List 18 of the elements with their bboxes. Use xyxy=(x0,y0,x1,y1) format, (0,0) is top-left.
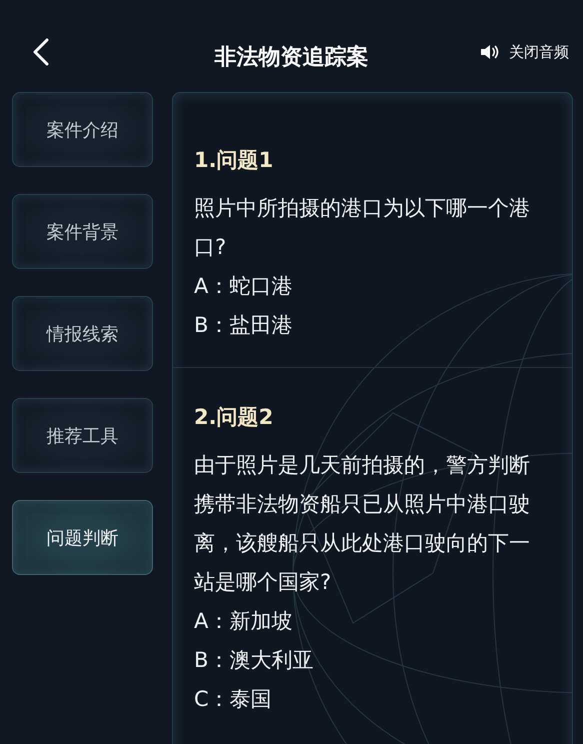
answer-option: C：泰国 xyxy=(194,680,534,719)
question-text: 由于照片是几天前拍摄的，警方判断携带非法物资船只已从照片中港口驶离，该艘船只从此处港口驶向的下一站是哪个国家? xyxy=(194,452,531,596)
sidebar-tab[interactable]: 案件介绍 xyxy=(12,92,153,167)
answer-option: A：新加坡 xyxy=(194,602,534,641)
answer-option: A：蛇口港 xyxy=(194,267,534,306)
question-title: 1.问题1 xyxy=(194,147,274,174)
sidebar-tab[interactable]: 问题判断 xyxy=(12,500,153,575)
chevron-left-icon xyxy=(32,38,50,66)
answer-option: B：盐田港 xyxy=(194,306,534,345)
sidebar-tab[interactable]: 情报线索 xyxy=(12,296,153,371)
sidebar-tab[interactable]: 案件背景 xyxy=(12,194,153,269)
answer-option: B：澳大利亚 xyxy=(194,641,534,680)
question-text: 照片中所拍摄的港口为以下哪一个港口? xyxy=(194,195,531,261)
sidebar-tab[interactable]: 推荐工具 xyxy=(12,398,153,473)
mute-audio-button[interactable]: 关闭音频 xyxy=(480,42,569,62)
speaker-icon xyxy=(480,44,500,60)
question-title: 2.问题2 xyxy=(194,404,274,431)
page-title: 非法物资追踪案 xyxy=(214,44,368,72)
